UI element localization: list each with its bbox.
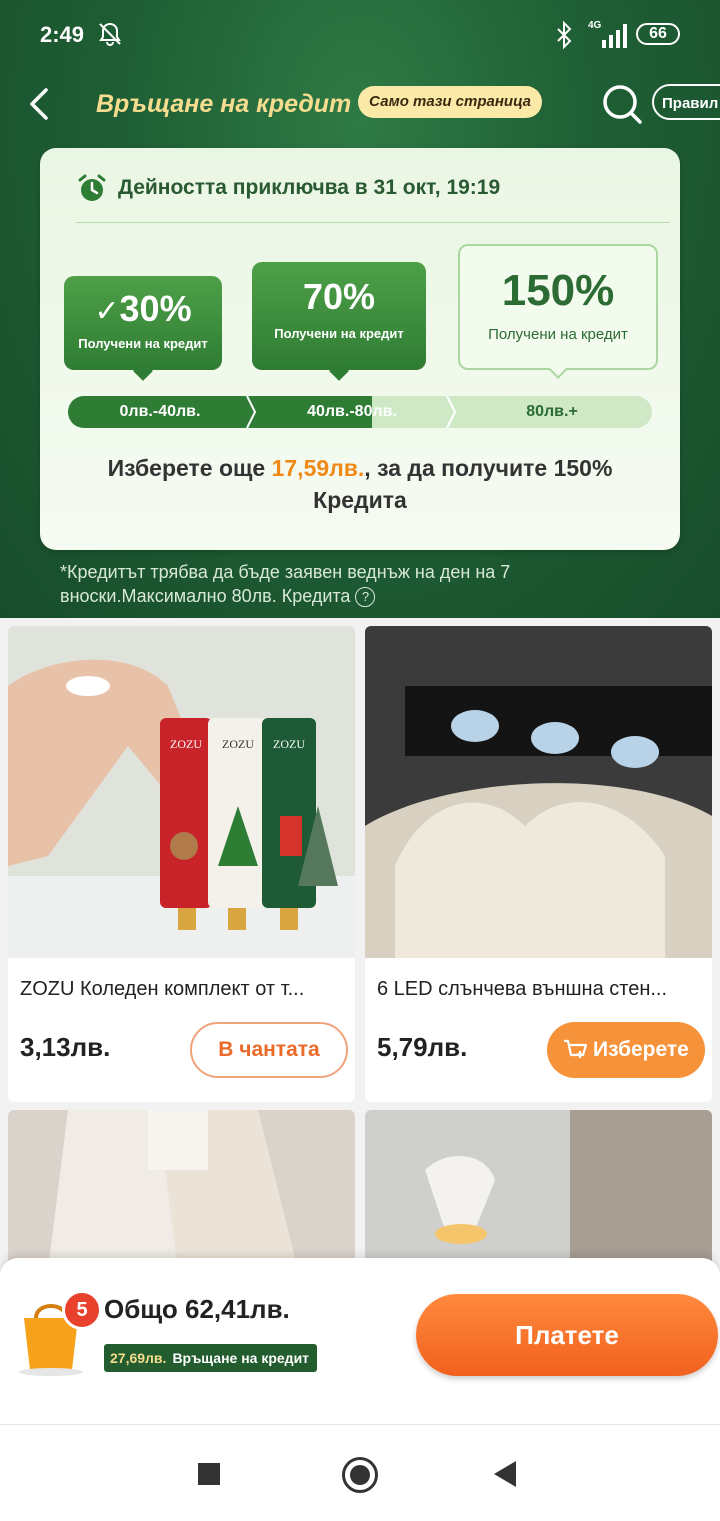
top-navigation: Връщане на кредит Само тази страница Пра… <box>0 78 720 128</box>
range-label: 40лв.-80лв. <box>307 403 397 420</box>
card-divider <box>76 222 670 223</box>
in-cart-button[interactable]: В чантата <box>190 1022 348 1078</box>
product-image-hand-cream[interactable]: ZOZU ZOZU ZOZU <box>8 626 355 958</box>
product-price: 5,79лв. <box>377 1032 468 1062</box>
product-image-solar-light[interactable] <box>365 626 712 958</box>
tier-percent: 70% <box>302 276 376 317</box>
product-name[interactable]: ZOZU Коледен комплект от т... <box>20 978 350 1001</box>
tier-150: 150% Получени на кредит <box>458 244 658 379</box>
promo-header: 2:49 4G 66 Връщане на кредит Само тази с… <box>0 0 720 618</box>
check-icon: ✓ <box>94 295 120 328</box>
rules-button[interactable]: Правил <box>652 84 720 120</box>
back-icon[interactable] <box>494 1461 516 1487</box>
range-label: 80лв.+ <box>526 403 578 420</box>
tier-pointer <box>133 361 153 381</box>
pay-button[interactable]: Платете <box>416 1294 718 1376</box>
credit-return-amount: 27,69лв. <box>110 1350 167 1366</box>
tier-pointer <box>329 361 349 381</box>
add-to-cart-icon <box>564 1039 588 1058</box>
page-title: Връщане на кредит <box>96 90 352 118</box>
activity-end-text: Дейността приключва в 31 окт, 19:19 <box>118 176 501 199</box>
tier-pointer <box>548 359 568 379</box>
msg-prefix: Изберете още <box>107 455 272 481</box>
mute-bell-icon <box>99 22 121 46</box>
status-time: 2:49 <box>40 22 85 47</box>
product-price: 3,13лв. <box>20 1032 111 1062</box>
checkout-bar: 5 Общо 62,41лв. 27,69лв. Връщане на креди… <box>0 1258 720 1424</box>
credit-note: *Кредитът трябва да бъде заявен веднъж н… <box>60 560 580 608</box>
system-navigation-bar <box>0 1424 720 1521</box>
product-brand-text: ZOZU <box>222 737 254 751</box>
tier-label: Получени на кредит <box>488 326 628 343</box>
battery-indicator: 66 <box>636 23 680 45</box>
select-button[interactable]: Изберете <box>547 1022 705 1078</box>
credit-card: Дейността приключва в 31 окт, 19:19 ✓30%… <box>40 148 680 550</box>
status-bar: 2:49 4G 66 <box>0 0 720 70</box>
bluetooth-icon <box>557 20 572 50</box>
note-text: *Кредитът трябва да бъде заявен веднъж н… <box>60 562 511 606</box>
help-icon[interactable]: ? <box>355 587 376 608</box>
product-card[interactable]: 6 LED слънчева външна стен... 5,79лв. Из… <box>365 626 712 1102</box>
tier-30: ✓30% Получени на кредит <box>64 276 222 381</box>
cart-count-badge: 5 <box>62 1290 102 1330</box>
signal-icon <box>602 24 627 48</box>
alarm-clock-icon <box>78 174 106 201</box>
tier-label: Получени на кредит <box>274 326 404 341</box>
credit-return-tag: 27,69лв. Връщане на кредит <box>104 1344 318 1372</box>
credit-progress-bar: 0лв.-40лв. 40лв.-80лв. 80лв.+ <box>68 396 652 428</box>
select-button-label: Изберете <box>593 1038 689 1061</box>
tier-label: Получени на кредит <box>78 336 208 351</box>
tier-70: 70% Получени на кредит <box>252 262 426 381</box>
tier-percent: 30% <box>119 288 192 329</box>
product-card[interactable]: ZOZU ZOZU ZOZU ZOZU Коледен комплект от … <box>8 626 355 1102</box>
order-total: Общо 62,41лв. <box>104 1294 290 1324</box>
product-card[interactable] <box>365 1110 712 1270</box>
page-only-badge: Само тази страница <box>358 86 542 118</box>
credit-message: Изберете още 17,59лв., за да получите 15… <box>80 452 640 516</box>
product-brand-text: ZOZU <box>170 737 202 751</box>
product-image-shell-lamp[interactable] <box>365 1110 712 1270</box>
range-label: 0лв.-40лв. <box>119 403 201 420</box>
product-brand-text: ZOZU <box>273 737 305 751</box>
product-card[interactable] <box>8 1110 355 1270</box>
remaining-amount: 17,59лв. <box>271 455 365 481</box>
product-name[interactable]: 6 LED слънчева външна стен... <box>377 978 707 1001</box>
recents-icon[interactable] <box>198 1463 220 1485</box>
product-image-coat[interactable] <box>8 1110 355 1270</box>
home-icon[interactable] <box>342 1457 378 1493</box>
search-icon[interactable] <box>600 82 644 126</box>
back-arrow-icon[interactable] <box>26 84 54 124</box>
credit-return-label: Връщане на кредит <box>172 1350 310 1366</box>
tier-percent: 150% <box>501 266 615 315</box>
